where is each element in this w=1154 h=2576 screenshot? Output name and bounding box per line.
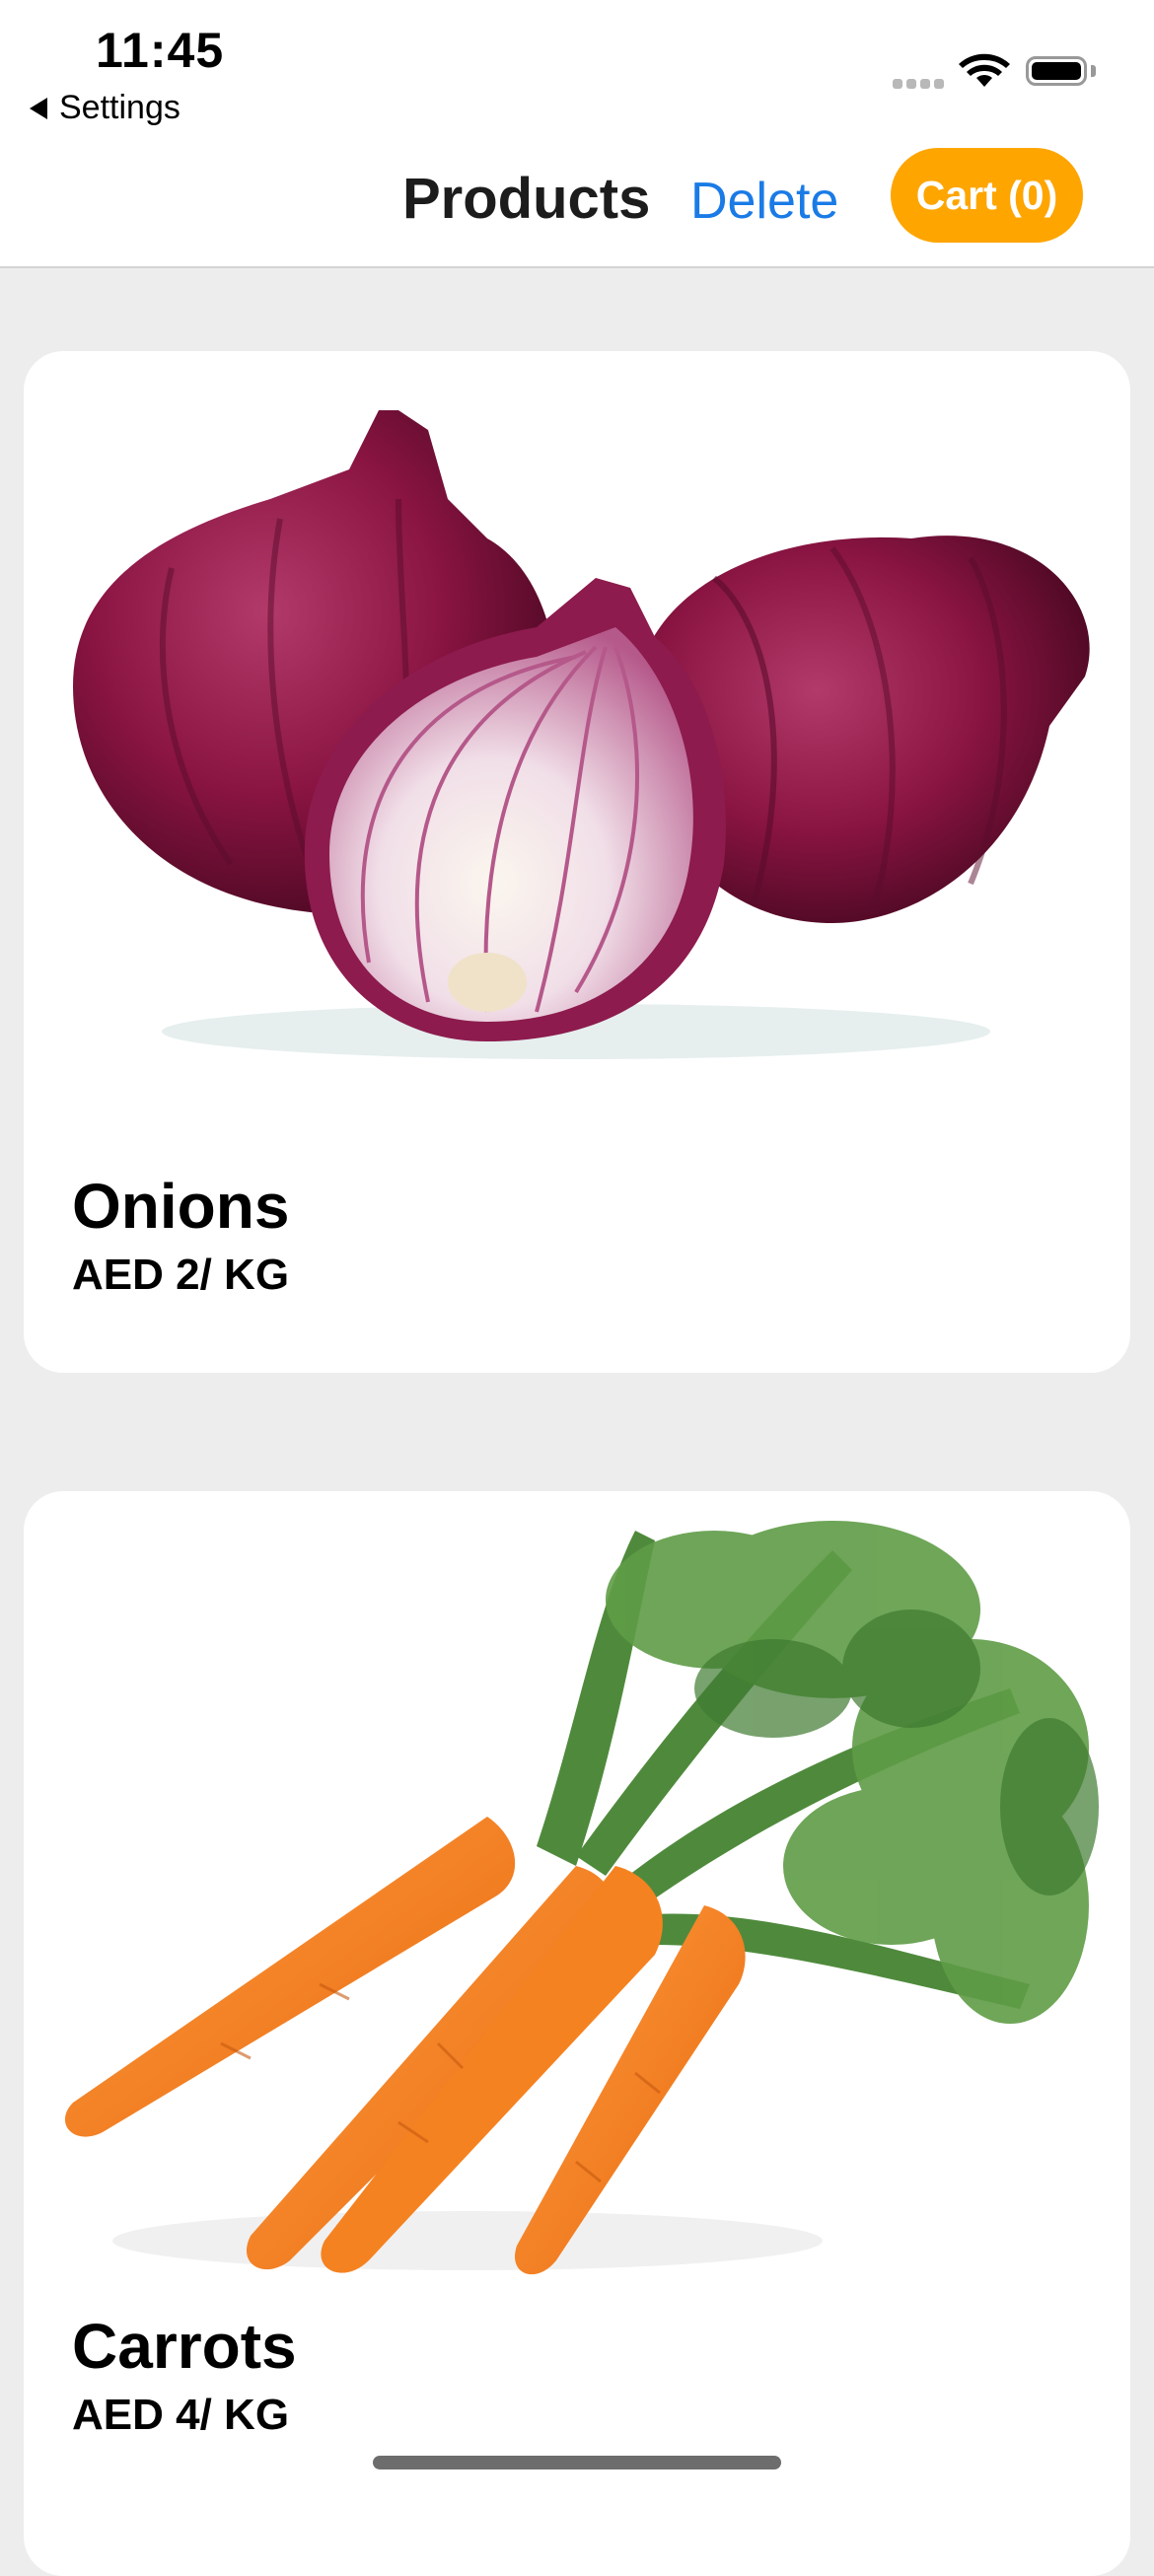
home-indicator[interactable]	[373, 2456, 781, 2469]
product-name: Onions	[72, 1171, 290, 1242]
onions-image	[73, 410, 1090, 1059]
delete-button[interactable]: Delete	[690, 172, 838, 231]
product-card-onions[interactable]: Onions AED 2/ KG	[24, 351, 1130, 1373]
product-card-carrots[interactable]: Carrots AED 4/ KG	[24, 1491, 1130, 2576]
cellular-signal-icon	[893, 79, 944, 89]
back-triangle-icon	[30, 97, 47, 119]
wifi-icon	[959, 53, 1010, 87]
nav-bar: Products Delete Cart (0)	[0, 138, 1154, 268]
product-price: AED 2/ KG	[72, 1251, 290, 1299]
status-time: 11:45	[96, 23, 225, 78]
product-price: AED 4/ KG	[72, 2391, 290, 2439]
product-name: Carrots	[72, 2311, 297, 2382]
page-title: Products	[402, 167, 651, 231]
battery-icon	[1026, 56, 1087, 86]
battery-tip	[1091, 65, 1096, 77]
carrots-image	[64, 1521, 1099, 2275]
status-bar: 11:45 Settings	[0, 0, 1154, 138]
back-to-settings-link[interactable]: Settings	[30, 89, 180, 127]
cart-button[interactable]: Cart (0)	[891, 148, 1083, 243]
back-app-label: Settings	[59, 89, 180, 126]
